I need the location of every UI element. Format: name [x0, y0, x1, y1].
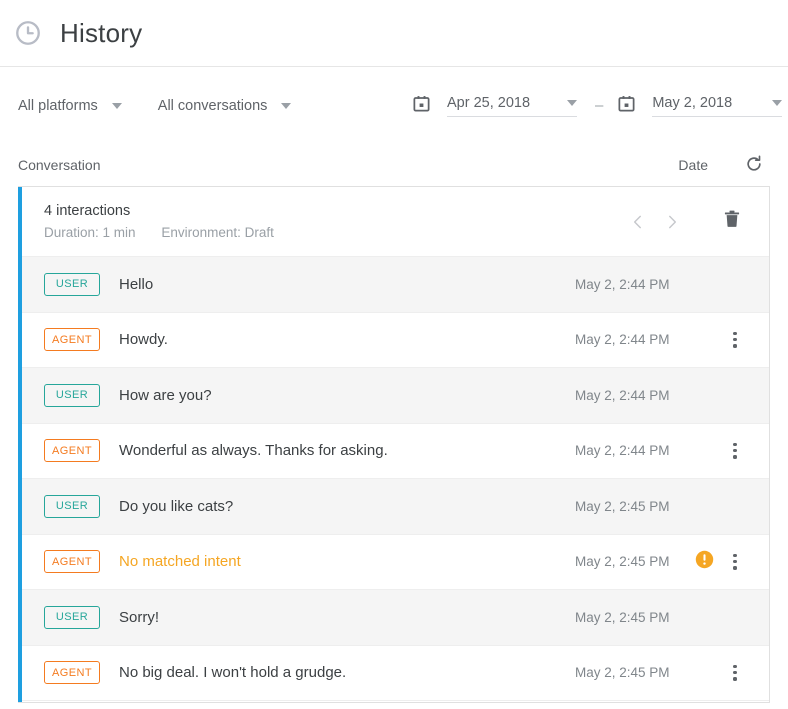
conversation-summary-text: 4 interactions Duration: 1 min Environme…	[44, 203, 621, 240]
conversation-filter-label: All conversations	[158, 98, 268, 114]
column-header-conversation: Conversation	[18, 157, 678, 173]
user-role-badge: USER	[44, 273, 100, 296]
kebab-menu-icon	[733, 552, 736, 572]
message-menu-button[interactable]	[721, 663, 749, 683]
message-timestamp: May 2, 2:44 PM	[575, 443, 687, 458]
message-menu-button[interactable]	[721, 552, 749, 572]
message-text: No matched intent	[119, 553, 575, 570]
delete-conversation-button[interactable]	[715, 205, 749, 239]
date-range-separator: –	[595, 97, 603, 114]
agent-role-badge: AGENT	[44, 328, 100, 351]
message-timestamp: May 2, 2:45 PM	[575, 665, 687, 680]
calendar-icon[interactable]	[412, 94, 431, 118]
conversation-filter-select[interactable]: All conversations	[158, 91, 292, 121]
calendar-icon[interactable]	[617, 94, 636, 118]
message-text: Howdy.	[119, 331, 575, 348]
interactions-count: 4 interactions	[44, 203, 621, 219]
previous-conversation-button[interactable]	[621, 205, 655, 239]
message-row: USER Sorry!May 2, 2:45 PM	[22, 590, 769, 646]
page-header: History	[0, 0, 788, 67]
message-row: AGENT Wonderful as always. Thanks for ask…	[22, 424, 769, 480]
date-from-value: Apr 25, 2018	[447, 95, 530, 111]
message-timestamp: May 2, 2:45 PM	[575, 499, 687, 514]
user-role-badge: USER	[44, 606, 100, 629]
message-row: AGENT No matched intentMay 2, 2:45 PM	[22, 535, 769, 591]
message-timestamp: May 2, 2:44 PM	[575, 332, 687, 347]
user-role-badge: USER	[44, 384, 100, 407]
chevron-down-icon	[772, 100, 782, 106]
page-title: History	[60, 18, 142, 49]
message-row: AGENT Howdy.May 2, 2:44 PM	[22, 313, 769, 369]
filter-bar: All platforms All conversations Apr 25, …	[0, 67, 788, 144]
message-row: USER Do you like cats?May 2, 2:45 PM	[22, 479, 769, 535]
date-to-field[interactable]: May 2, 2018	[652, 95, 782, 117]
message-row: USER How are you?May 2, 2:44 PM	[22, 368, 769, 424]
conversation-accent-bar	[18, 187, 22, 702]
message-row: AGENT No big deal. I won't hold a grudge.…	[22, 646, 769, 702]
chevron-left-icon	[629, 213, 647, 231]
agent-role-badge: AGENT	[44, 439, 100, 462]
next-conversation-button[interactable]	[655, 205, 689, 239]
platform-filter-select[interactable]: All platforms	[18, 91, 122, 121]
message-text: How are you?	[119, 387, 575, 404]
conversation-summary-header: 4 interactions Duration: 1 min Environme…	[22, 187, 769, 257]
message-text: Do you like cats?	[119, 498, 575, 515]
chevron-down-icon	[112, 103, 122, 109]
message-row: USER HelloMay 2, 2:44 PM	[22, 257, 769, 313]
table-column-header: Conversation Date	[0, 144, 788, 186]
message-menu-button[interactable]	[721, 330, 749, 350]
kebab-menu-icon	[733, 441, 736, 461]
chevron-down-icon	[567, 100, 577, 106]
conversation-card-inner: 4 interactions Duration: 1 min Environme…	[22, 187, 769, 701]
conversation-environment: Environment: Draft	[161, 225, 274, 240]
chevron-right-icon	[663, 213, 681, 231]
chevron-down-icon	[281, 103, 291, 109]
refresh-icon[interactable]	[744, 154, 764, 177]
kebab-menu-icon	[733, 330, 736, 350]
kebab-menu-icon	[733, 663, 736, 683]
date-range-group: Apr 25, 2018 – May 2, 2018	[412, 67, 782, 144]
conversation-meta: Duration: 1 min Environment: Draft	[44, 225, 621, 240]
message-menu-button[interactable]	[721, 441, 749, 461]
conversation-duration: Duration: 1 min	[44, 225, 136, 240]
date-to-value: May 2, 2018	[652, 95, 732, 111]
clock-icon	[14, 19, 42, 47]
agent-role-badge: AGENT	[44, 661, 100, 684]
message-text: No big deal. I won't hold a grudge.	[119, 664, 575, 681]
date-from-field[interactable]: Apr 25, 2018	[447, 95, 577, 117]
conversation-card: 4 interactions Duration: 1 min Environme…	[18, 186, 770, 703]
message-text: Wonderful as always. Thanks for asking.	[119, 442, 575, 459]
trash-icon	[722, 209, 742, 234]
message-timestamp: May 2, 2:44 PM	[575, 277, 687, 292]
platform-filter-label: All platforms	[18, 98, 98, 114]
warning-slot	[687, 550, 721, 574]
column-header-date: Date	[678, 157, 708, 173]
warning-icon[interactable]	[695, 550, 714, 574]
message-timestamp: May 2, 2:45 PM	[575, 554, 687, 569]
message-timestamp: May 2, 2:45 PM	[575, 610, 687, 625]
user-role-badge: USER	[44, 495, 100, 518]
message-list: USERHelloMay 2, 2:44 PMAGENTHowdy.May 2,…	[22, 257, 769, 701]
message-text: Sorry!	[119, 609, 575, 626]
message-text: Hello	[119, 276, 575, 293]
agent-role-badge: AGENT	[44, 550, 100, 573]
message-timestamp: May 2, 2:44 PM	[575, 388, 687, 403]
